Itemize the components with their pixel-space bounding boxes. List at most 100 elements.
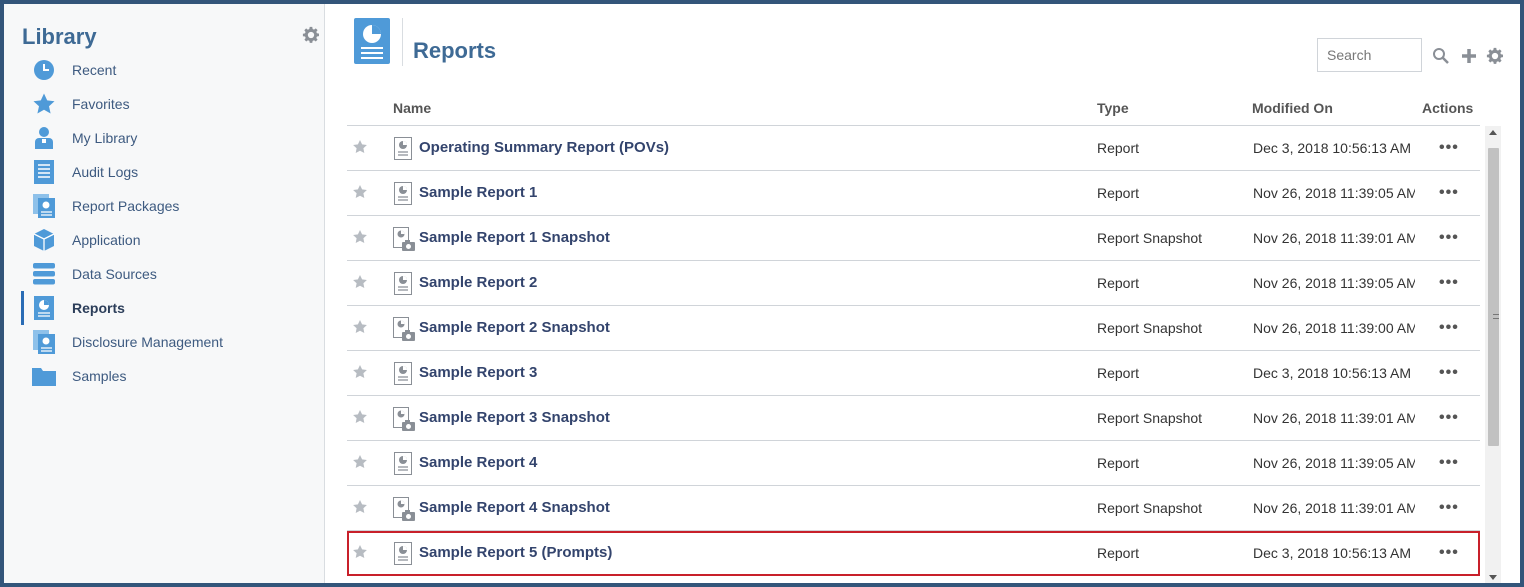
- table-row[interactable]: Sample Report 5 (Prompts) Report Dec 3, …: [347, 531, 1480, 576]
- actions-menu-button[interactable]: •••: [1439, 499, 1459, 517]
- table-row[interactable]: Operating Summary Report (POVs) Report D…: [347, 126, 1480, 171]
- report-name-link[interactable]: Operating Summary Report (POVs): [419, 139, 669, 156]
- favorite-star-icon[interactable]: [352, 184, 368, 200]
- user-icon: [32, 126, 56, 150]
- report-type: Report Snapshot: [1097, 230, 1203, 246]
- report-type: Report: [1097, 545, 1140, 561]
- favorite-star-icon[interactable]: [352, 544, 368, 560]
- modified-date: Nov 26, 2018 11:39:01 AM: [1253, 230, 1415, 246]
- table-row[interactable]: Sample Report 2 Snapshot Report Snapshot…: [347, 306, 1480, 351]
- report-name-link[interactable]: Sample Report 2: [419, 274, 537, 291]
- sidebar-item-disclosure-management[interactable]: Disclosure Management: [21, 325, 321, 359]
- table-row[interactable]: Sample Report 1 Snapshot Report Snapshot…: [347, 216, 1480, 261]
- folder-icon: [32, 364, 56, 388]
- sidebar-item-favorites[interactable]: Favorites: [21, 87, 321, 121]
- star-icon: [32, 92, 56, 116]
- report-icon: [394, 542, 412, 565]
- sidebar-item-recent[interactable]: Recent: [21, 53, 321, 87]
- report-icon: [32, 296, 56, 320]
- report-name-link[interactable]: Sample Report 4 Snapshot: [419, 499, 610, 516]
- sidebar-item-report-packages[interactable]: Report Packages: [21, 189, 321, 223]
- report-name-link[interactable]: Sample Report 4: [419, 454, 537, 471]
- sidebar-item-label: Recent: [72, 62, 117, 78]
- report-name-link[interactable]: Sample Report 1: [419, 184, 537, 201]
- report-icon: [394, 137, 412, 160]
- modified-date: Dec 3, 2018 10:56:13 AM: [1253, 365, 1411, 381]
- report-type: Report Snapshot: [1097, 500, 1203, 516]
- sidebar-item-label: My Library: [72, 130, 138, 146]
- scroll-down-arrow[interactable]: [1489, 575, 1497, 580]
- report-type: Report Snapshot: [1097, 320, 1203, 336]
- gear-icon[interactable]: [302, 26, 320, 44]
- column-header-name[interactable]: Name: [393, 100, 431, 116]
- report-name-link[interactable]: Sample Report 3: [419, 364, 537, 381]
- modified-date: Nov 26, 2018 11:39:01 AM: [1253, 410, 1415, 426]
- modified-date: Nov 26, 2018 11:39:05 AM: [1253, 185, 1415, 201]
- favorite-star-icon[interactable]: [352, 229, 368, 245]
- library-sidebar: Library Recent Favorites My Library Audi…: [4, 4, 325, 583]
- modified-date: Nov 26, 2018 11:39:05 AM: [1253, 455, 1415, 471]
- actions-menu-button[interactable]: •••: [1439, 409, 1459, 427]
- favorite-star-icon[interactable]: [352, 364, 368, 380]
- search-icon[interactable]: [1432, 47, 1450, 65]
- page-title: Reports: [413, 38, 497, 63]
- sidebar-item-data-sources[interactable]: Data Sources: [21, 257, 321, 291]
- column-header-modified[interactable]: Modified On: [1252, 100, 1333, 116]
- sidebar-item-samples[interactable]: Samples: [21, 359, 321, 393]
- actions-menu-button[interactable]: •••: [1439, 364, 1459, 382]
- actions-menu-button[interactable]: •••: [1439, 229, 1459, 247]
- sidebar-item-my-library[interactable]: My Library: [21, 121, 321, 155]
- sidebar-item-reports[interactable]: Reports: [21, 291, 321, 325]
- report-name-link[interactable]: Sample Report 2 Snapshot: [419, 319, 610, 336]
- report-name-link[interactable]: Sample Report 3 Snapshot: [419, 409, 610, 426]
- report-icon: [394, 182, 412, 205]
- table-row[interactable]: Sample Report 1 Report Nov 26, 2018 11:3…: [347, 171, 1480, 216]
- favorite-star-icon[interactable]: [352, 319, 368, 335]
- favorite-star-icon[interactable]: [352, 499, 368, 515]
- table-row[interactable]: Sample Report 4 Report Nov 26, 2018 11:3…: [347, 441, 1480, 486]
- modified-date: Dec 3, 2018 10:56:13 AM: [1253, 545, 1411, 561]
- favorite-star-icon[interactable]: [352, 139, 368, 155]
- favorite-star-icon[interactable]: [352, 274, 368, 290]
- report-type: Report Snapshot: [1097, 410, 1203, 426]
- vertical-scrollbar[interactable]: [1485, 126, 1501, 583]
- modified-date: Nov 26, 2018 11:39:05 AM: [1253, 275, 1415, 291]
- table-row[interactable]: Sample Report 4 Snapshot Report Snapshot…: [347, 486, 1480, 531]
- actions-menu-button[interactable]: •••: [1439, 184, 1459, 202]
- scroll-thumb[interactable]: [1488, 148, 1499, 446]
- library-title: Library: [22, 24, 97, 49]
- column-header-actions: Actions: [1422, 100, 1474, 116]
- sidebar-item-application[interactable]: Application: [21, 223, 321, 257]
- column-header-type[interactable]: Type: [1097, 100, 1129, 116]
- report-icon: [394, 272, 412, 295]
- table-row[interactable]: Sample Report 2 Report Nov 26, 2018 11:3…: [347, 261, 1480, 306]
- report-package-icon: [32, 194, 56, 218]
- table-row[interactable]: Sample Report 3 Report Dec 3, 2018 10:56…: [347, 351, 1480, 396]
- sidebar-item-audit-logs[interactable]: Audit Logs: [21, 155, 321, 189]
- favorite-star-icon[interactable]: [352, 409, 368, 425]
- sidebar-item-label: Disclosure Management: [72, 334, 223, 350]
- report-name-link[interactable]: Sample Report 5 (Prompts): [419, 544, 612, 561]
- gear-icon[interactable]: [1486, 47, 1504, 65]
- report-type: Report: [1097, 140, 1140, 156]
- table-row[interactable]: Sample Report 3 Snapshot Report Snapshot…: [347, 396, 1480, 441]
- sidebar-item-label: Audit Logs: [72, 164, 139, 180]
- report-name-link[interactable]: Sample Report 1 Snapshot: [419, 229, 610, 246]
- actions-menu-button[interactable]: •••: [1439, 274, 1459, 292]
- search-input[interactable]: [1317, 38, 1422, 72]
- actions-menu-button[interactable]: •••: [1439, 319, 1459, 337]
- favorite-star-icon[interactable]: [352, 454, 368, 470]
- actions-menu-button[interactable]: •••: [1439, 544, 1459, 562]
- document-list-icon: [32, 160, 56, 184]
- sidebar-item-label: Report Packages: [72, 198, 180, 214]
- scroll-up-arrow[interactable]: [1489, 130, 1497, 135]
- add-icon[interactable]: [1460, 47, 1478, 65]
- modified-date: Dec 3, 2018 10:56:13 AM: [1253, 140, 1411, 156]
- reports-panel: Reports Name Type Modified On Actions Op…: [326, 4, 1520, 583]
- modified-date: Nov 26, 2018 11:39:00 AM: [1253, 320, 1415, 336]
- report-snapshot-icon: [393, 497, 415, 521]
- actions-menu-button[interactable]: •••: [1439, 454, 1459, 472]
- actions-menu-button[interactable]: •••: [1439, 139, 1459, 157]
- header-divider: [402, 18, 403, 66]
- report-snapshot-icon: [393, 317, 415, 341]
